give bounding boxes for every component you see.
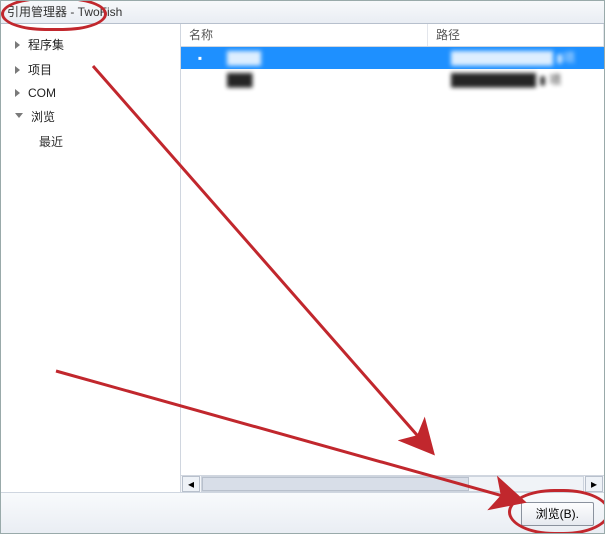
row-checkbox[interactable]: ▪ <box>181 47 219 69</box>
sidebar-item-projects[interactable]: 项目 <box>1 57 180 82</box>
scroll-left-icon[interactable]: ◂ <box>182 476 200 492</box>
horizontal-scrollbar[interactable]: ◂ ▸ <box>181 475 604 492</box>
row-path: ██████████ ▮ 项 <box>443 69 604 91</box>
scroll-right-icon[interactable]: ▸ <box>585 476 603 492</box>
sidebar-item-label: 最近 <box>39 135 63 149</box>
row-checkbox[interactable] <box>181 69 219 91</box>
list-row[interactable]: ▪ ████ ████████████ ▮项 <box>181 47 604 69</box>
sidebar-item-label: 程序集 <box>28 36 64 53</box>
sidebar-item-assemblies[interactable]: 程序集 <box>1 32 180 57</box>
dialog-body: 程序集 项目 COM 浏览 最近 名称 路径 <box>1 24 604 492</box>
browse-button[interactable]: 浏览(B). <box>521 502 594 526</box>
chevron-right-icon <box>15 41 20 49</box>
sidebar-item-com[interactable]: COM <box>1 82 180 104</box>
column-header-path[interactable]: 路径 <box>428 24 604 46</box>
sidebar-item-label: COM <box>28 86 56 100</box>
list-body: ▪ ████ ████████████ ▮项 ███ ██████████ ▮ … <box>181 47 604 475</box>
scroll-thumb[interactable] <box>202 477 469 491</box>
row-name: ███ <box>219 69 443 91</box>
sidebar-item-label: 浏览 <box>31 108 55 125</box>
dialog-footer: 浏览(B). <box>1 492 604 534</box>
sidebar-item-browse[interactable]: 浏览 <box>1 104 180 129</box>
chevron-right-icon <box>15 66 20 74</box>
list-row[interactable]: ███ ██████████ ▮ 项 <box>181 69 604 91</box>
main-panel: 名称 路径 ▪ ████ ████████████ ▮项 ███ ███████… <box>181 24 604 492</box>
row-path: ████████████ ▮项 <box>443 47 604 69</box>
window-title: 引用管理器 - TwoFish <box>7 5 122 19</box>
row-name: ████ <box>219 47 443 69</box>
sidebar-subitem-recent[interactable]: 最近 <box>1 129 180 154</box>
sidebar: 程序集 项目 COM 浏览 最近 <box>1 24 181 492</box>
reference-manager-window: 引用管理器 - TwoFish 程序集 项目 COM 浏览 最近 <box>0 0 605 534</box>
titlebar[interactable]: 引用管理器 - TwoFish <box>1 1 604 24</box>
list-header: 名称 路径 <box>181 24 604 47</box>
sidebar-item-label: 项目 <box>28 61 52 78</box>
column-header-name[interactable]: 名称 <box>181 24 428 46</box>
chevron-right-icon <box>15 89 20 97</box>
scroll-track[interactable] <box>201 476 584 492</box>
chevron-down-icon <box>15 113 23 122</box>
